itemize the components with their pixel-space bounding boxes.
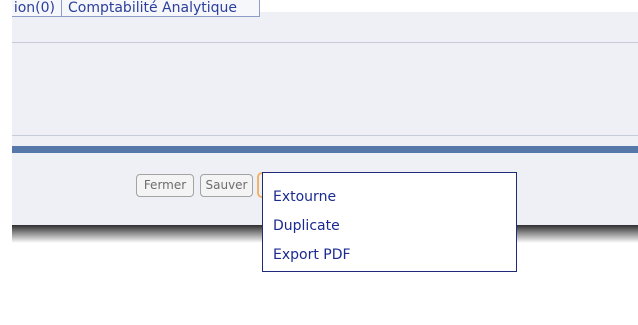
menu-item-extourne[interactable]: Extourne bbox=[263, 183, 516, 212]
tab-truncated[interactable]: ion(0) bbox=[12, 0, 62, 17]
menu-item-duplicate[interactable]: Duplicate bbox=[263, 212, 516, 241]
save-button[interactable]: Sauver bbox=[200, 174, 253, 197]
tab-comptabilite-analytique[interactable]: Comptabilité Analytique bbox=[62, 0, 260, 17]
section-divider bbox=[12, 135, 638, 136]
toolbar-accent-bar bbox=[12, 146, 638, 153]
menu-item-export-pdf[interactable]: Export PDF bbox=[263, 241, 516, 270]
actions-dropdown-menu: Extourne Duplicate Export PDF bbox=[262, 172, 517, 272]
close-button[interactable]: Fermer bbox=[136, 174, 194, 197]
